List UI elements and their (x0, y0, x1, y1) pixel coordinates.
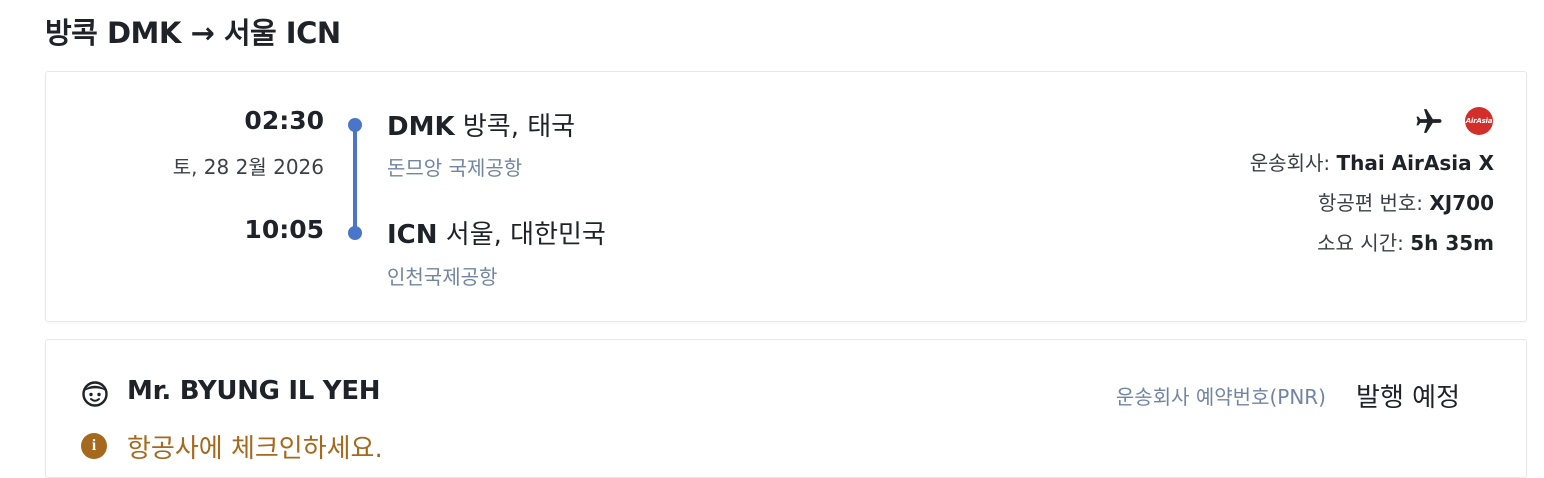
carrier-label: 운송회사: (1249, 151, 1337, 175)
departure-place: DMK 방콕, 태국 (387, 106, 575, 143)
pnr-label: 운송회사 예약번호(PNR) (1115, 385, 1326, 409)
checkin-notice: 항공사에 체크인하세요. (127, 434, 383, 464)
airline-logo: AirAsia (1465, 107, 1493, 135)
arrival-code: ICN (387, 220, 438, 250)
departure-airport: 돈므앙 국제공항 (387, 156, 523, 180)
flight-number-value: XJ700 (1429, 191, 1494, 215)
airplane-icon (1416, 109, 1442, 133)
duration-value: 5h 35m (1410, 231, 1494, 255)
passenger-card: Mr. BYUNG IL YEH 운송회사 예약번호(PNR) 발행 예정 i … (45, 339, 1527, 478)
flight-number-label: 항공편 번호: (1317, 191, 1430, 215)
carrier-value: Thai AirAsia X (1336, 151, 1494, 175)
departure-dot (348, 118, 362, 132)
arrival-city: 서울, 대한민국 (445, 220, 606, 250)
passenger-name: Mr. BYUNG IL YEH (127, 376, 381, 406)
face-icon (82, 381, 108, 407)
arrival-time: 10:05 (244, 215, 324, 244)
pnr-value: 발행 예정 (1356, 383, 1460, 413)
flight-segment-card: 02:30 토, 28 2월 2026 DMK 방콕, 태국 돈므앙 국제공항 … (45, 71, 1527, 322)
carrier-info: 운송회사: Thai AirAsia X (1250, 147, 1494, 176)
arrival-dot (348, 226, 362, 240)
departure-time: 02:30 (244, 106, 324, 135)
arrival-airport: 인천국제공항 (387, 265, 498, 289)
flight-number-info: 항공편 번호: XJ700 (1318, 187, 1494, 216)
info-icon: i (81, 433, 107, 459)
departure-city: 방콕, 태국 (462, 112, 576, 142)
departure-date: 토, 28 2월 2026 (172, 155, 324, 179)
duration-info: 소요 시간: 5h 35m (1317, 227, 1494, 256)
departure-code: DMK (387, 112, 455, 142)
timeline-line (353, 127, 357, 234)
duration-label: 소요 시간: (1317, 231, 1411, 255)
arrival-place: ICN 서울, 대한민국 (387, 214, 606, 251)
page-title: 방콕 DMK → 서울 ICN (45, 16, 341, 50)
